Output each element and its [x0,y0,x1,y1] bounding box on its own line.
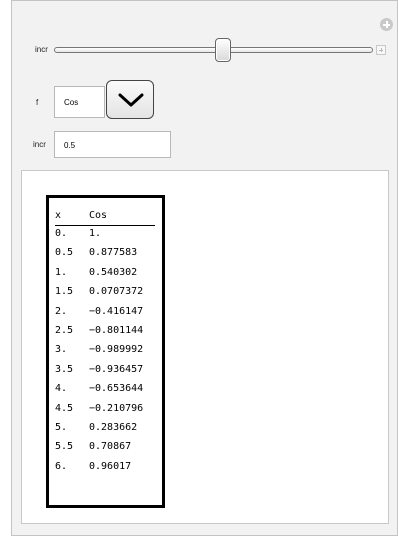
header-value: Cos [89,210,108,221]
table-row: 4.5 −0.210796 [55,403,155,422]
cell-value: 0.283662 [89,422,138,433]
cell-x: 1.5 [55,286,74,298]
cell-x: 3. [55,344,68,356]
cell-value: −0.801144 [89,325,144,336]
table-row: 0.5 0.877583 [55,247,155,266]
results-table: x Cos 0. 1. 0.5 0.877583 1. 0.540302 1.5 0.0707… [46,195,165,508]
table-row: 6. 0.96017 [55,461,155,480]
table-row: 1. 0.540302 [55,267,155,286]
table-row: 2.5 −0.801144 [55,325,155,344]
cell-x: 0.5 [55,247,74,259]
cell-x: 6. [55,460,68,472]
table-row: 1.5 0.0707372 [55,286,155,305]
incr-slider-thumb[interactable] [215,38,232,62]
table-row: 5.5 0.70867 [55,441,155,460]
cell-value: 0.0707372 [89,286,144,298]
slider-label: incr [35,45,48,54]
cell-x: 2.5 [55,325,74,336]
plus-circle-icon[interactable] [380,18,393,31]
table-row: 5. 0.283662 [55,422,155,441]
function-selected-value: Cos [64,98,79,107]
cell-x: 4. [55,383,68,395]
table-row: 3.5 −0.936457 [55,364,155,383]
cell-value: −0.653644 [89,383,144,395]
input-label: incr [33,140,46,149]
cell-value: −0.210796 [89,402,144,414]
header-x: x [55,210,62,221]
cell-x: 5.5 [55,441,74,453]
cell-value: 1. [89,228,102,239]
incr-slider-track[interactable] [54,47,373,53]
plus-square-icon[interactable] [376,45,386,55]
cell-x: 5. [55,422,68,433]
incr-input-value: 0.5 [64,141,76,150]
cell-x: 2. [55,305,68,317]
cell-x: 0. [55,228,68,239]
table-row: 4. −0.653644 [55,383,155,402]
cell-x: 3.5 [55,363,74,375]
cell-value: −0.989992 [89,344,144,356]
chevron-down-icon [118,93,144,107]
function-select[interactable]: Cos [54,86,105,118]
cell-value: −0.416147 [89,305,144,317]
cell-value: 0.96017 [89,460,132,472]
function-dropdown-button[interactable] [106,80,154,119]
cell-value: 0.70867 [89,441,132,453]
cell-value: −0.936457 [89,363,144,375]
incr-input-field[interactable]: 0.5 [54,131,171,158]
table-row: 3. −0.989992 [55,344,155,363]
table-row: 0. 1. [55,228,155,247]
table-row: 2. −0.416147 [55,306,155,325]
cell-value: 0.540302 [89,266,138,278]
function-label: f [36,98,39,107]
table-header: x Cos [55,210,155,226]
cell-x: 4.5 [55,402,74,414]
cell-x: 1. [55,266,68,278]
cell-value: 0.877583 [89,247,138,259]
